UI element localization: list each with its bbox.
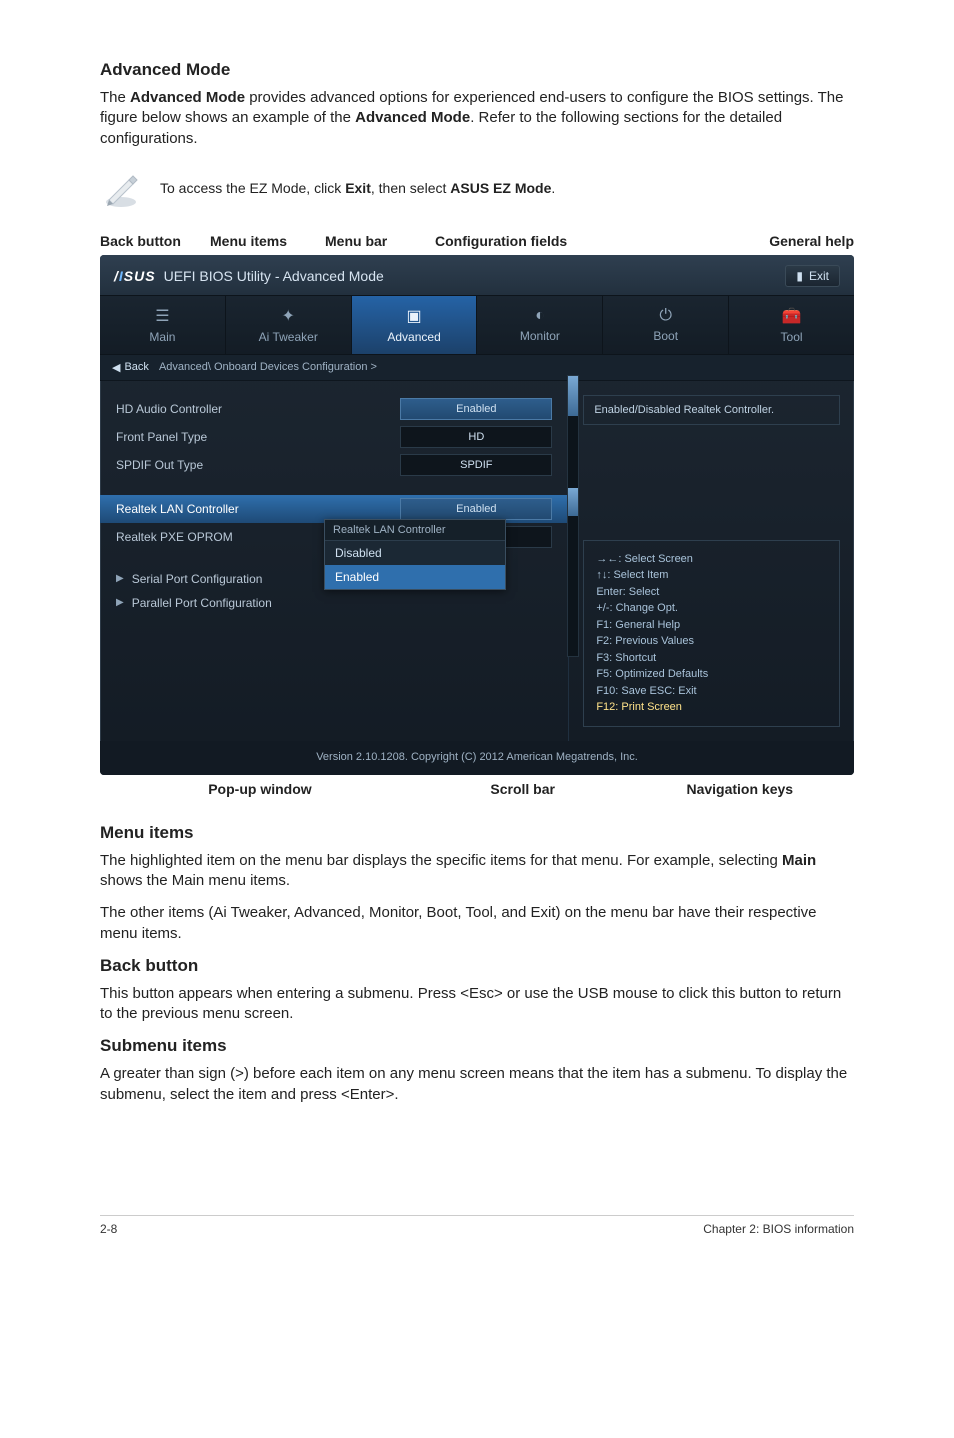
breadcrumb-path: Advanced\ Onboard Devices Configuration … xyxy=(159,361,377,373)
spdif-value[interactable]: SPDIF xyxy=(400,454,552,476)
popup-option-enabled[interactable]: Enabled xyxy=(325,565,505,589)
tab-advanced-label: Advanced xyxy=(387,330,440,344)
bold-advanced-mode-2: Advanced Mode xyxy=(355,109,470,126)
back-label: Back xyxy=(124,361,148,373)
toolbox-icon: 🧰 xyxy=(782,306,802,326)
advanced-mode-heading: Advanced Mode xyxy=(100,60,854,80)
exit-icon: ▮ xyxy=(796,269,803,283)
menu-items-p1: The highlighted item on the menu bar dis… xyxy=(100,851,854,892)
hd-audio-label: HD Audio Controller xyxy=(116,402,390,416)
realtek-lan-label: Realtek LAN Controller xyxy=(116,502,390,516)
submenu-heading: Submenu items xyxy=(100,1036,854,1056)
chevron-right-icon: ▶ xyxy=(116,573,124,584)
asus-logo: /ISUS xyxy=(114,268,156,284)
row-hd-audio[interactable]: HD Audio Controller Enabled xyxy=(116,395,552,423)
bios-window: /ISUS UEFI BIOS Utility - Advanced Mode … xyxy=(100,255,854,775)
tab-main-label: Main xyxy=(149,330,175,344)
key-hint: +/-: Change Opt. xyxy=(596,600,827,617)
bios-window-title: UEFI BIOS Utility - Advanced Mode xyxy=(164,268,384,284)
key-hint: F2: Previous Values xyxy=(596,633,827,650)
general-help-box: Enabled/Disabled Realtek Controller. xyxy=(583,395,840,425)
menu-items-heading: Menu items xyxy=(100,823,854,843)
label-back-button: Back button xyxy=(100,233,210,249)
realtek-lan-value[interactable]: Enabled xyxy=(400,498,552,520)
sub-parallel-label: Parallel Port Configuration xyxy=(132,596,272,610)
footer-right: Chapter 2: BIOS information xyxy=(703,1222,854,1236)
label-config-fields: Configuration fields xyxy=(435,233,625,249)
tab-tool-label: Tool xyxy=(781,330,803,344)
front-panel-label: Front Panel Type xyxy=(116,430,390,444)
version-bar: Version 2.10.1208. Copyright (C) 2012 Am… xyxy=(100,741,854,775)
back-button[interactable]: ◀ Back xyxy=(112,361,149,374)
label-scrollbar: Scroll bar xyxy=(420,781,626,797)
sub-parallel-port[interactable]: ▶ Parallel Port Configuration xyxy=(116,591,552,615)
chip-icon: ▣ xyxy=(407,306,422,326)
tab-monitor-label: Monitor xyxy=(520,329,560,343)
back-arrow-icon: ◀ xyxy=(112,361,120,374)
tab-ai-label: Ai Tweaker xyxy=(259,330,318,344)
power-icon: ⏻ xyxy=(659,307,672,325)
scroll-thumb[interactable] xyxy=(568,376,578,416)
label-navkeys: Navigation keys xyxy=(626,781,854,797)
back-button-heading: Back button xyxy=(100,956,854,976)
row-front-panel[interactable]: Front Panel Type HD xyxy=(116,423,552,451)
label-menu-bar: Menu bar xyxy=(325,233,435,249)
navigation-keys-box: →←: Select Screen ↑↓: Select Item Enter:… xyxy=(583,540,840,727)
tab-boot[interactable]: ⏻ Boot xyxy=(603,296,729,354)
menu-bar: ☰ Main ✦ Ai Tweaker ▣ Advanced ◐ Monitor… xyxy=(100,295,854,355)
key-hint: F1: General Help xyxy=(596,617,827,634)
tab-boot-label: Boot xyxy=(653,329,678,343)
tab-monitor[interactable]: ◐ Monitor xyxy=(477,296,603,354)
key-hint: F10: Save ESC: Exit xyxy=(596,683,827,700)
top-label-row: Back button Menu items Menu bar Configur… xyxy=(100,233,854,249)
tab-main[interactable]: ☰ Main xyxy=(100,296,226,354)
popup-dropdown: Realtek LAN Controller Disabled Enabled xyxy=(324,519,506,590)
gauge-icon: ◐ xyxy=(535,307,545,325)
menu-items-p2: The other items (Ai Tweaker, Advanced, M… xyxy=(100,903,854,944)
popup-option-disabled[interactable]: Disabled xyxy=(325,541,505,565)
advanced-mode-description: The Advanced Mode provides advanced opti… xyxy=(100,88,854,149)
spdif-label: SPDIF Out Type xyxy=(116,458,390,472)
scroll-bar[interactable] xyxy=(567,375,579,657)
row-spdif[interactable]: SPDIF Out Type SPDIF xyxy=(116,451,552,479)
key-hint: F5: Optimized Defaults xyxy=(596,666,827,683)
key-hint: ↑↓: Select Item xyxy=(596,567,827,584)
label-general-help: General help xyxy=(625,233,854,249)
submenu-p: A greater than sign (>) before each item… xyxy=(100,1064,854,1105)
key-hint: F3: Shortcut xyxy=(596,650,827,667)
note-text: To access the EZ Mode, click Exit, then … xyxy=(160,180,555,196)
popup-title: Realtek LAN Controller xyxy=(325,520,505,541)
scroll-thumb[interactable] xyxy=(568,488,578,516)
label-menu-items: Menu items xyxy=(210,233,325,249)
sub-serial-label: Serial Port Configuration xyxy=(132,572,263,586)
exit-label: Exit xyxy=(809,269,829,283)
footer-left: 2-8 xyxy=(100,1222,117,1236)
key-hint: →←: Select Screen xyxy=(596,551,827,568)
list-icon: ☰ xyxy=(155,306,169,326)
hd-audio-value[interactable]: Enabled xyxy=(400,398,552,420)
tab-ai-tweaker[interactable]: ✦ Ai Tweaker xyxy=(226,296,352,354)
tab-tool[interactable]: 🧰 Tool xyxy=(729,296,854,354)
note-icon xyxy=(100,167,142,209)
bold-advanced-mode-1: Advanced Mode xyxy=(130,89,245,106)
front-panel-value[interactable]: HD xyxy=(400,426,552,448)
tweak-icon: ✦ xyxy=(282,306,295,326)
tab-advanced[interactable]: ▣ Advanced xyxy=(352,296,478,354)
chevron-right-icon: ▶ xyxy=(116,597,124,608)
key-hint: Enter: Select xyxy=(596,584,827,601)
exit-button[interactable]: ▮ Exit xyxy=(785,265,840,287)
back-button-p: This button appears when entering a subm… xyxy=(100,984,854,1025)
below-label-row: Pop-up window Scroll bar Navigation keys xyxy=(100,781,854,797)
label-popup: Pop-up window xyxy=(100,781,420,797)
key-hint: F12: Print Screen xyxy=(596,699,827,716)
